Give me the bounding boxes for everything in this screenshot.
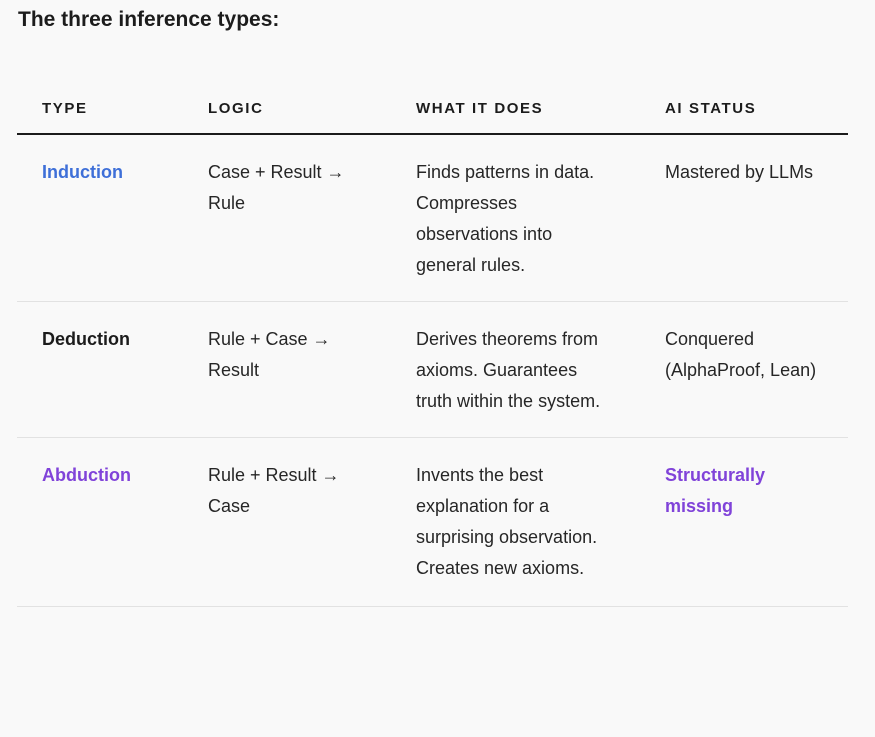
description-cell: Invents the best explanation for a surpr…: [391, 437, 640, 607]
section-heading: The three inference types:: [18, 8, 280, 31]
header-what-it-does: WHAT IT DOES: [391, 90, 640, 135]
logic-cell: Rule + Case → Result: [183, 301, 391, 438]
type-cell-deduction: Deduction: [17, 301, 183, 438]
table-row: Induction Case + Result → Rule Finds pat…: [17, 134, 848, 302]
header-ai-status: AI STATUS: [640, 90, 848, 135]
logic-cell: Case + Result → Rule: [183, 134, 391, 302]
header-row: TYPE LOGIC WHAT IT DOES AI STATUS: [17, 90, 848, 135]
status-cell: Conquered (AlphaProof, Lean): [640, 301, 848, 438]
status-cell-highlight: Structurally missing: [640, 437, 848, 607]
status-cell: Mastered by LLMs: [640, 134, 848, 302]
type-cell-induction: Induction: [17, 134, 183, 302]
table-header: TYPE LOGIC WHAT IT DOES AI STATUS: [17, 90, 848, 135]
table-row: Abduction Rule + Result → Case Invents t…: [17, 437, 848, 607]
type-cell-abduction: Abduction: [17, 437, 183, 607]
table-body: Induction Case + Result → Rule Finds pat…: [17, 134, 848, 607]
inference-types-table: TYPE LOGIC WHAT IT DOES AI STATUS Induct…: [17, 90, 848, 607]
header-type: TYPE: [17, 90, 183, 135]
description-cell: Finds patterns in data. Compresses obser…: [391, 134, 640, 302]
header-logic: LOGIC: [183, 90, 391, 135]
description-cell: Derives theorems from axioms. Guarantees…: [391, 301, 640, 438]
table-row: Deduction Rule + Case → Result Derives t…: [17, 301, 848, 438]
logic-cell: Rule + Result → Case: [183, 437, 391, 607]
